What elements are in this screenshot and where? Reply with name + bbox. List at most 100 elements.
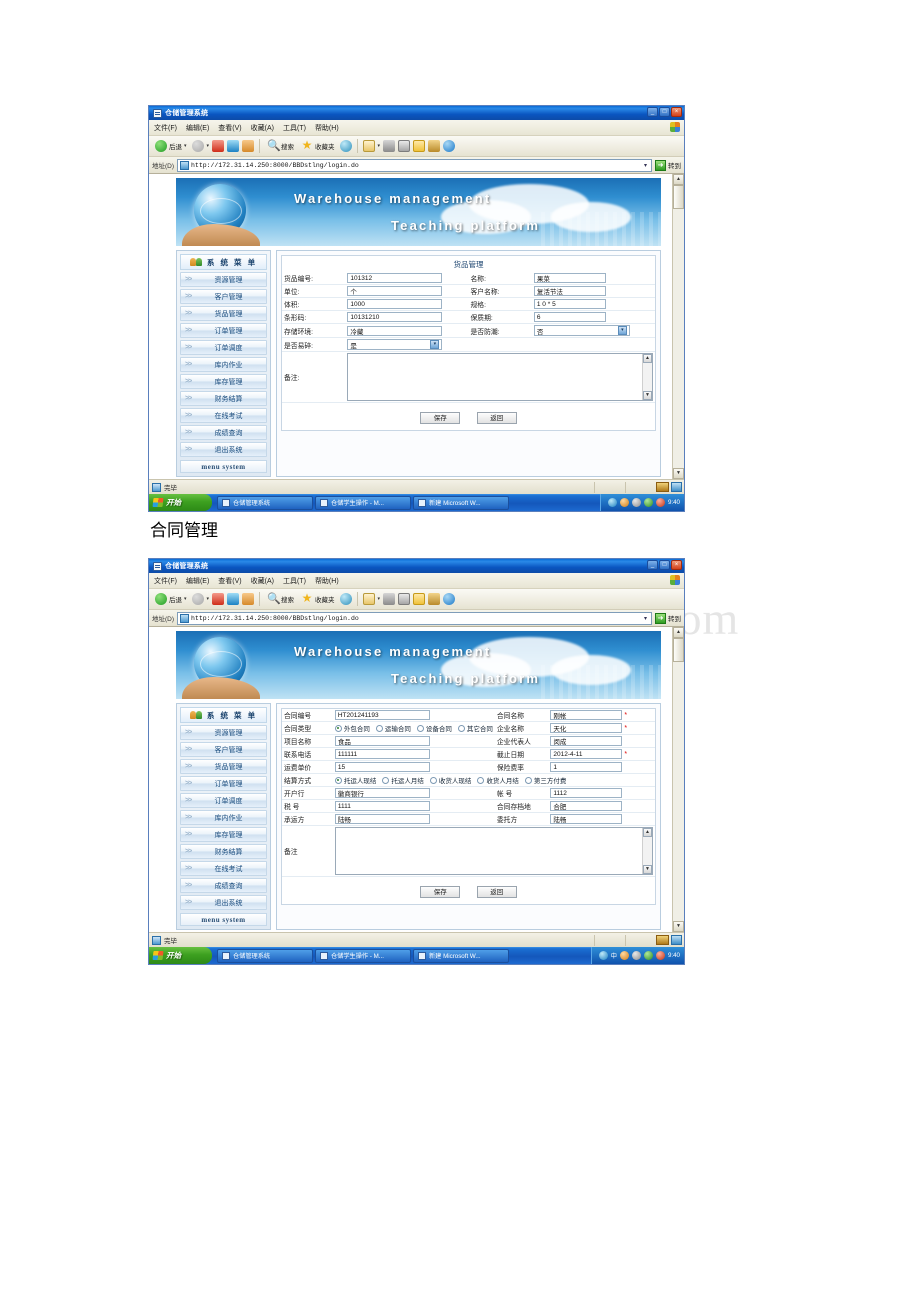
maximize-button[interactable]: □: [659, 107, 670, 117]
sidebar-item-online-exam[interactable]: >> 在线考试: [180, 408, 267, 423]
go-button[interactable]: ➜ 转到: [655, 159, 681, 171]
goods-volume-input[interactable]: 1000: [347, 299, 443, 309]
back-dropdown-icon[interactable]: ▾: [184, 143, 187, 149]
favorites-button[interactable]: ★ 收藏夹: [299, 591, 337, 607]
menu-item-tools[interactable]: 工具(T): [283, 123, 306, 133]
goods-name-input[interactable]: 果菜: [533, 273, 606, 283]
sidebar-item-inventory[interactable]: >> 库存管理: [180, 374, 267, 389]
forward-button[interactable]: [191, 593, 204, 605]
sidebar-item-score-query[interactable]: >> 成绩查询: [180, 425, 267, 440]
minimize-button[interactable]: _: [647, 107, 658, 117]
radio-transport[interactable]: 运输合同: [375, 723, 411, 733]
contract-consignor-input[interactable]: 陆畅: [550, 814, 623, 824]
menu-item-edit[interactable]: 编辑(E): [186, 576, 209, 586]
goods-customer-input[interactable]: 复活节法: [533, 286, 606, 296]
sidebar-item-resource[interactable]: >> 资源管理: [180, 725, 267, 740]
sidebar-item-finance[interactable]: >> 财务结算: [180, 391, 267, 406]
vertical-scrollbar[interactable]: ▲ ▼: [672, 627, 684, 932]
scroll-thumb[interactable]: [673, 638, 684, 662]
contract-account-input[interactable]: 1112: [550, 788, 623, 798]
scroll-down-button[interactable]: ▼: [673, 468, 684, 479]
stop-icon[interactable]: [212, 593, 225, 605]
contract-rep-input[interactable]: 闵成: [550, 736, 623, 746]
menu-item-view[interactable]: 查看(V): [218, 576, 241, 586]
goods-storage-input[interactable]: 冷藏: [347, 325, 443, 336]
goods-memo-textarea[interactable]: ▲ ▼: [347, 353, 653, 401]
memo-scroll-up-button[interactable]: ▲: [643, 828, 652, 837]
sidebar-item-finance[interactable]: >> 财务结算: [180, 844, 267, 859]
menu-item-file[interactable]: 文件(F): [154, 576, 177, 586]
forward-button[interactable]: [191, 140, 204, 152]
vertical-scrollbar[interactable]: ▲ ▼: [672, 174, 684, 479]
media-icon[interactable]: [339, 593, 352, 605]
taskbar-item-student-doc[interactable]: 仓储学生操作 - M...: [315, 948, 411, 963]
mail-dropdown-icon[interactable]: ▾: [378, 143, 381, 149]
tray-icon-network[interactable]: [607, 498, 617, 507]
memo-scrollbar[interactable]: ▲ ▼: [642, 354, 652, 400]
start-button[interactable]: 开始: [149, 494, 212, 511]
messenger-icon[interactable]: [428, 593, 441, 605]
search-button[interactable]: 🔍 搜索: [265, 591, 296, 607]
mail-icon[interactable]: [362, 593, 375, 605]
tray-icon-volume[interactable]: [619, 498, 629, 507]
sidebar-item-customer[interactable]: >> 客户管理: [180, 289, 267, 304]
folder-icon[interactable]: [413, 140, 426, 152]
close-button[interactable]: ×: [671, 107, 682, 117]
contract-no-input[interactable]: HT201241193: [334, 710, 430, 720]
sidebar-item-warehouse-ops[interactable]: >> 库内作业: [180, 810, 267, 825]
radio-consignee-cash[interactable]: 收货人现结: [429, 775, 471, 785]
print-icon[interactable]: [383, 593, 396, 605]
menu-item-favorites[interactable]: 收藏(A): [251, 576, 274, 586]
radio-consignee-monthly[interactable]: 收货人月结: [477, 775, 519, 785]
save-button[interactable]: 保存: [420, 412, 461, 424]
maximize-button[interactable]: □: [659, 560, 670, 570]
sidebar-item-exit[interactable]: >> 退出系统: [180, 895, 267, 910]
contract-enterprise-input[interactable]: 天化: [550, 723, 623, 733]
contract-insurance-input[interactable]: 1: [550, 762, 623, 772]
tray-icon-update[interactable]: [631, 498, 641, 507]
discuss-icon[interactable]: [443, 593, 456, 605]
menu-item-favorites[interactable]: 收藏(A): [251, 123, 274, 133]
sidebar-item-goods[interactable]: >> 货品管理: [180, 306, 267, 321]
scroll-up-button[interactable]: ▲: [673, 627, 684, 638]
sidebar-item-warehouse-ops[interactable]: >> 库内作业: [180, 357, 267, 372]
discuss-icon[interactable]: [443, 140, 456, 152]
memo-scroll-up-button[interactable]: ▲: [643, 354, 652, 363]
contract-carrier-input[interactable]: 陆畅: [334, 814, 430, 824]
memo-scroll-down-button[interactable]: ▼: [643, 391, 652, 400]
edit-icon[interactable]: [398, 140, 411, 152]
mail-icon[interactable]: [362, 140, 375, 152]
minimize-button[interactable]: _: [647, 560, 658, 570]
menu-item-help[interactable]: 帮助(H): [315, 123, 339, 133]
contract-memo-textarea[interactable]: ▲ ▼: [334, 827, 653, 875]
search-button[interactable]: 🔍 搜索: [265, 138, 296, 154]
messenger-icon[interactable]: [428, 140, 441, 152]
memo-scrollbar[interactable]: ▲ ▼: [642, 828, 652, 874]
edit-icon[interactable]: [398, 593, 411, 605]
taskbar-item-warehouse[interactable]: 仓储管理系统: [217, 495, 313, 510]
contract-name-input[interactable]: 刚帐: [550, 710, 623, 720]
sidebar-item-order[interactable]: >> 订单管理: [180, 776, 267, 791]
radio-shipper-monthly[interactable]: 托运人月结: [382, 775, 424, 785]
radio-outsourcing[interactable]: 外包合同: [334, 723, 370, 733]
contract-freight-input[interactable]: 15: [334, 762, 430, 772]
taskbar-item-new-doc[interactable]: 新建 Microsoft W...: [413, 495, 509, 510]
sidebar-item-order-dispatch[interactable]: >> 订单调度: [180, 793, 267, 808]
tray-icon-antivirus[interactable]: [643, 951, 653, 960]
radio-shipper-cash[interactable]: 托运人现结: [334, 775, 376, 785]
back-dropdown-icon[interactable]: ▾: [184, 596, 187, 602]
start-button[interactable]: 开始: [149, 947, 212, 964]
menu-item-help[interactable]: 帮助(H): [315, 576, 339, 586]
contract-phone-input[interactable]: 111111: [334, 749, 430, 759]
mail-dropdown-icon[interactable]: ▾: [378, 596, 381, 602]
menu-item-file[interactable]: 文件(F): [154, 123, 177, 133]
tray-icon-volume[interactable]: [619, 951, 629, 960]
folder-icon[interactable]: [413, 593, 426, 605]
contract-deadline-input[interactable]: 2012-4-11: [550, 749, 623, 759]
home-icon[interactable]: [242, 593, 255, 605]
taskbar-item-warehouse[interactable]: 仓储管理系统: [217, 948, 313, 963]
home-icon[interactable]: [242, 140, 255, 152]
stop-icon[interactable]: [212, 140, 225, 152]
address-input[interactable]: http://172.31.14.250:8000/BBDstlng/login…: [177, 158, 652, 172]
sidebar-item-customer[interactable]: >> 客户管理: [180, 742, 267, 757]
